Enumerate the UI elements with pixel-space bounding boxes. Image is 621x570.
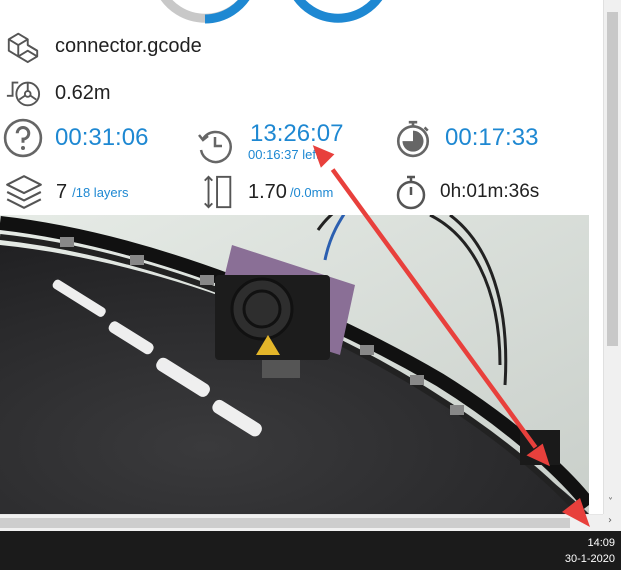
filename-row: connector.gcode [5, 28, 202, 64]
layer-height-icon [204, 175, 232, 209]
clock-time: 14:09 [587, 537, 615, 549]
system-clock[interactable]: 14:09 30-1-2020 [565, 535, 615, 567]
filament-used: 0.62m [55, 81, 111, 104]
eta-cell: 13:26:07 00:16:37 left [196, 118, 343, 164]
elapsed-time-cell: 00:31:06 [3, 118, 148, 158]
layer-height: 1.70 [248, 180, 287, 203]
layers-cell: 7 /18 layers [4, 172, 129, 212]
elapsed-time: 00:31:06 [55, 124, 149, 151]
cube-icon [7, 32, 39, 64]
webcam-feed [0, 215, 589, 514]
layers-stack-icon [6, 175, 42, 209]
horizontal-scrollbar[interactable] [0, 514, 603, 531]
layer-height-cell: 1.70 /0.0mm [200, 172, 333, 212]
webcam-image [0, 215, 589, 514]
question-circle-icon [3, 118, 43, 158]
scrollbar-corner: › [603, 514, 621, 531]
eta-clock-time: 13:26:07 [250, 119, 344, 147]
layer-print-time: 0h:01m:36s [440, 181, 540, 202]
remaining-time-cell: 00:17:33 [393, 118, 538, 158]
timer-icon [396, 175, 426, 210]
eta-time-left: 00:16:37 left [248, 146, 320, 162]
filament-row: 0.62m [5, 75, 111, 111]
total-layers: /18 layers [72, 184, 129, 200]
remaining-time: 00:17:33 [445, 124, 539, 151]
current-layer: 7 [56, 180, 68, 203]
vertical-scroll-thumb[interactable] [607, 12, 618, 346]
scroll-right-arrow-icon[interactable]: › [608, 515, 612, 526]
clock-history-icon [198, 130, 232, 164]
horizontal-scroll-thumb[interactable] [0, 518, 570, 528]
scroll-down-arrow-icon[interactable]: ˅ [608, 497, 613, 508]
gauge-left-progress [204, 0, 250, 24]
filename: connector.gcode [55, 34, 202, 57]
filament-spool-icon [6, 81, 41, 107]
progress-gauges [160, 0, 383, 24]
layer-time-cell: 0h:01m:36s [392, 172, 539, 212]
stopwatch-pie-icon [396, 120, 430, 158]
clock-date: 30-1-2020 [564, 553, 615, 565]
vertical-scrollbar[interactable]: ˅ [603, 0, 621, 514]
layer-height-unit: /0.0mm [289, 184, 334, 200]
print-status-panel: connector.gcode 0.62m 00:31:06 13:26:07 … [0, 0, 603, 514]
gauge-right-arc [293, 0, 383, 23]
taskbar: 14:09 30-1-2020 [0, 531, 621, 570]
